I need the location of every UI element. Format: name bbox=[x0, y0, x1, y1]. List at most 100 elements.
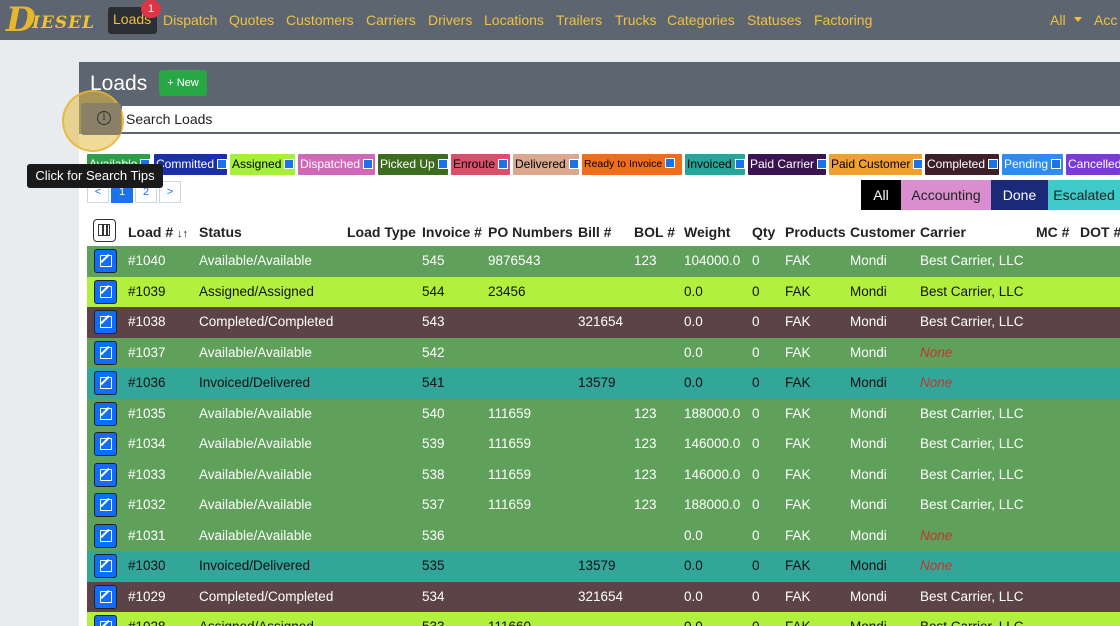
table-row[interactable]: #1035 Available/Available 540 111659 123 1880… bbox=[87, 398, 1120, 429]
edit-icon[interactable] bbox=[94, 462, 117, 487]
table-row[interactable]: #1036 Invoiced/Delivered 541 13579 0.0 0 FAK Mo… bbox=[87, 368, 1120, 399]
nav-item-statuses[interactable]: Statuses bbox=[747, 11, 801, 29]
nav-item-trailers[interactable]: Trailers bbox=[556, 11, 602, 29]
cell-load-number: #1033 bbox=[128, 466, 166, 482]
checkbox-checked-icon[interactable] bbox=[817, 158, 826, 169]
table-row[interactable]: #1031 Available/Available 536 0.0 0 FAK Mondi N… bbox=[87, 520, 1120, 551]
cell-customer: Mondi bbox=[850, 375, 887, 390]
checkbox-checked-icon[interactable] bbox=[665, 158, 676, 169]
nav-item-carriers[interactable]: Carriers bbox=[366, 11, 416, 29]
cell-qty: 0 bbox=[752, 527, 760, 543]
nav-item-drivers[interactable]: Drivers bbox=[428, 11, 472, 29]
table-row[interactable]: #1030 Invoiced/Delivered 535 13579 0.0 0 FAK Mo… bbox=[87, 551, 1120, 582]
checkbox-checked-icon[interactable] bbox=[284, 158, 295, 169]
status-chip-paid-carrier[interactable]: Paid Carrier bbox=[748, 154, 826, 175]
diesel-logo[interactable]: D IESEL bbox=[6, 3, 98, 37]
table-row[interactable]: #1033 Available/Available 538 111659 123 1460… bbox=[87, 459, 1120, 490]
edit-icon[interactable] bbox=[94, 310, 117, 334]
edit-icon[interactable] bbox=[94, 340, 117, 365]
cell-invoice: 541 bbox=[422, 375, 445, 390]
edit-icon[interactable] bbox=[94, 432, 117, 456]
th-bill[interactable]: Bill # bbox=[578, 224, 611, 240]
nav-dropdown-all[interactable]: All bbox=[1050, 11, 1066, 29]
edit-icon[interactable] bbox=[94, 523, 117, 548]
edit-icon[interactable] bbox=[94, 493, 117, 517]
th-invoice[interactable]: Invoice # bbox=[422, 224, 482, 240]
table-row[interactable]: #1029 Completed/Completed 534 321654 0.0 0 FAK… bbox=[87, 581, 1120, 612]
th-status[interactable]: Status bbox=[199, 224, 242, 240]
table-row[interactable]: #1028 Assigned/Assigned 533 111660 0.0 0 FAK Mo… bbox=[87, 612, 1120, 626]
table-row[interactable]: #1034 Available/Available 539 111659 123 1460… bbox=[87, 429, 1120, 460]
edit-icon[interactable] bbox=[94, 249, 117, 273]
cell-status: Available/Available bbox=[199, 253, 312, 268]
nav-item-locations[interactable]: Locations bbox=[484, 11, 544, 29]
checkbox-checked-icon[interactable] bbox=[913, 158, 922, 169]
th-mc[interactable]: MC # bbox=[1036, 224, 1069, 240]
checkbox-checked-icon[interactable] bbox=[437, 158, 448, 169]
th-customer[interactable]: Customer bbox=[850, 224, 915, 240]
table-row[interactable]: #1037 Available/Available 542 0.0 0 FAK Mondi N… bbox=[87, 337, 1120, 368]
th-weight[interactable]: Weight bbox=[684, 224, 730, 240]
tab-all[interactable]: All bbox=[861, 180, 901, 210]
tab-accounting[interactable]: Accounting bbox=[901, 180, 991, 210]
edit-icon[interactable] bbox=[94, 401, 117, 426]
status-chip-assigned[interactable]: Assigned bbox=[230, 154, 295, 175]
status-chip-committed[interactable]: Committed bbox=[154, 154, 227, 175]
cell-weight: 0.0 bbox=[684, 527, 703, 543]
th-qty[interactable]: Qty bbox=[752, 224, 775, 240]
status-chip-picked-up[interactable]: Picked Up bbox=[378, 154, 448, 175]
th-dot[interactable]: DOT # bbox=[1080, 224, 1120, 240]
checkbox-checked-icon[interactable] bbox=[217, 158, 227, 169]
table-row[interactable]: #1032 Available/Available 537 111659 123 1880… bbox=[87, 490, 1120, 521]
nav-account[interactable]: Acc bbox=[1094, 11, 1117, 29]
cell-bol: 123 bbox=[634, 405, 657, 421]
edit-icon[interactable] bbox=[94, 279, 117, 304]
th-load-type[interactable]: Load Type bbox=[347, 224, 416, 240]
th-load[interactable]: Load # ↓↑ bbox=[128, 224, 188, 240]
nav-item-dispatch[interactable]: Dispatch bbox=[163, 11, 217, 29]
th-carrier[interactable]: Carrier bbox=[920, 224, 966, 240]
status-chip-invoiced[interactable]: Invoiced bbox=[685, 154, 745, 175]
checkbox-checked-icon[interactable] bbox=[1051, 158, 1062, 169]
edit-icon[interactable] bbox=[94, 584, 117, 609]
new-load-button[interactable]: + New bbox=[159, 70, 207, 96]
checkbox-checked-icon[interactable] bbox=[363, 158, 374, 169]
status-chip-label: Paid Carrier bbox=[750, 157, 815, 171]
checkbox-checked-icon[interactable] bbox=[498, 158, 509, 169]
th-po-numbers[interactable]: PO Numbers bbox=[488, 224, 573, 240]
status-chip-enroute[interactable]: Enroute bbox=[451, 154, 510, 175]
status-chip-delivered[interactable]: Delivered bbox=[513, 154, 579, 175]
search-input[interactable] bbox=[122, 106, 1120, 132]
status-chip-completed[interactable]: Completed bbox=[925, 154, 999, 175]
cell-invoice: 537 bbox=[422, 497, 445, 512]
status-chip-cancelled[interactable]: Cancelled bbox=[1066, 154, 1120, 175]
checkbox-checked-icon[interactable] bbox=[988, 158, 999, 169]
status-chip-paid-customer[interactable]: Paid Customer bbox=[829, 154, 922, 175]
table-row[interactable]: #1039 Assigned/Assigned 544 23456 0.0 0 FAK Mon… bbox=[87, 276, 1120, 307]
nav-item-quotes[interactable]: Quotes bbox=[229, 11, 274, 29]
sort-icon[interactable]: ↓↑ bbox=[177, 228, 188, 240]
status-chip-dispatched[interactable]: Dispatched bbox=[298, 154, 375, 175]
tab-done[interactable]: Done bbox=[991, 180, 1048, 210]
nav-item-trucks[interactable]: Trucks bbox=[615, 11, 656, 29]
nav-item-factoring[interactable]: Factoring bbox=[814, 11, 872, 29]
status-chip-label: Committed bbox=[156, 157, 215, 171]
th-bol[interactable]: BOL # bbox=[634, 224, 675, 240]
status-chip-pending[interactable]: Pending bbox=[1002, 154, 1063, 175]
checkbox-checked-icon[interactable] bbox=[568, 158, 579, 169]
tab-escalated[interactable]: Escalated bbox=[1048, 180, 1120, 210]
cell-invoice: 538 bbox=[422, 466, 445, 482]
nav-item-categories[interactable]: Categories bbox=[667, 11, 735, 29]
table-row[interactable]: #1038 Completed/Completed 543 321654 0.0 0 FAK… bbox=[87, 307, 1120, 338]
status-chip-ready-to-invoice[interactable]: Ready to Invoice bbox=[582, 154, 682, 175]
checkbox-checked-icon[interactable] bbox=[734, 158, 745, 169]
chevron-down-icon bbox=[1074, 17, 1082, 22]
status-chip-label: Delivered bbox=[515, 157, 566, 171]
th-products[interactable]: Products bbox=[785, 224, 846, 240]
edit-icon[interactable] bbox=[94, 371, 117, 395]
columns-toggle-icon[interactable] bbox=[93, 219, 116, 242]
edit-icon[interactable] bbox=[94, 615, 117, 626]
nav-item-customers[interactable]: Customers bbox=[286, 11, 354, 29]
edit-icon[interactable] bbox=[94, 554, 117, 578]
table-row[interactable]: #1040 Available/Available 545 9876543 123 104… bbox=[87, 246, 1120, 277]
